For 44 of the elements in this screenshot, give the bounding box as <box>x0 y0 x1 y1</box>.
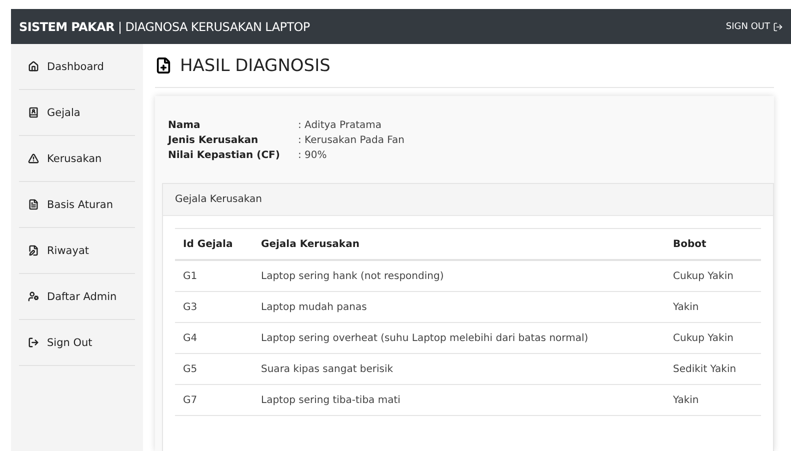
table-cell: Laptop sering hank (not responding) <box>253 260 665 292</box>
home-icon <box>28 61 39 72</box>
table-cell: Laptop sering tiba-tiba mati <box>253 384 665 416</box>
page-title: HASIL DIAGNOSIS <box>180 56 330 76</box>
field-value: : Kerusakan Pada Fan <box>298 135 406 146</box>
file-plus-icon <box>155 57 172 74</box>
table-cell: G5 <box>175 354 253 384</box>
table-cell: Cukup Yakin <box>665 322 761 354</box>
user-gear-icon <box>28 291 39 302</box>
pen-file-icon <box>28 245 39 256</box>
table-cell: Laptop sering overheat (suhu Laptop melebihi dari batas normal) <box>253 322 665 354</box>
table-cell: Suara kipas sangat berisik <box>253 354 665 384</box>
panel-title: Gejala Kerusakan <box>175 194 262 205</box>
table-cell: Cukup Yakin <box>665 260 761 292</box>
warning-icon <box>28 153 39 164</box>
table-cell: Sedikit Yakin <box>665 354 761 384</box>
field-label: Nilai Kepastian (CF) <box>168 150 281 161</box>
sidebar-item[interactable]: Basis Aturan <box>19 182 135 228</box>
book-icon <box>28 107 39 118</box>
column-header: Id Gejala <box>175 228 253 260</box>
sign-out-icon <box>28 337 39 348</box>
app-title: SISTEM PAKAR | DIAGNOSA KERUSAKAN LAPTOP <box>19 20 310 34</box>
sidebar-item[interactable]: Daftar Admin <box>19 274 135 320</box>
table-cell: G3 <box>175 292 253 322</box>
field-label: Jenis Kerusakan <box>168 135 260 146</box>
field-label: Nama <box>168 120 202 131</box>
table-cell: Yakin <box>665 384 761 416</box>
sign-out-icon <box>773 22 783 32</box>
field-value: : Aditya Pratama <box>298 120 382 131</box>
document-icon <box>28 199 39 210</box>
table-cell: G7 <box>175 384 253 416</box>
table-cell: G1 <box>175 260 253 292</box>
sidebar-item[interactable]: Sign Out <box>19 320 135 366</box>
table-cell: Laptop mudah panas <box>253 292 665 322</box>
sidebar-item[interactable]: Kerusakan <box>19 136 135 182</box>
column-header: Bobot <box>665 228 761 260</box>
column-header: Gejala Kerusakan <box>253 228 665 260</box>
field-value: : 90% <box>298 150 328 161</box>
sidebar-item[interactable]: Gejala <box>19 90 135 136</box>
sign-out-link[interactable]: SIGN OUT <box>726 22 783 32</box>
sidebar-item[interactable]: Dashboard <box>19 44 135 90</box>
table-cell: G4 <box>175 322 253 354</box>
sidebar-item[interactable]: Riwayat <box>19 228 135 274</box>
table-cell: Yakin <box>665 292 761 322</box>
